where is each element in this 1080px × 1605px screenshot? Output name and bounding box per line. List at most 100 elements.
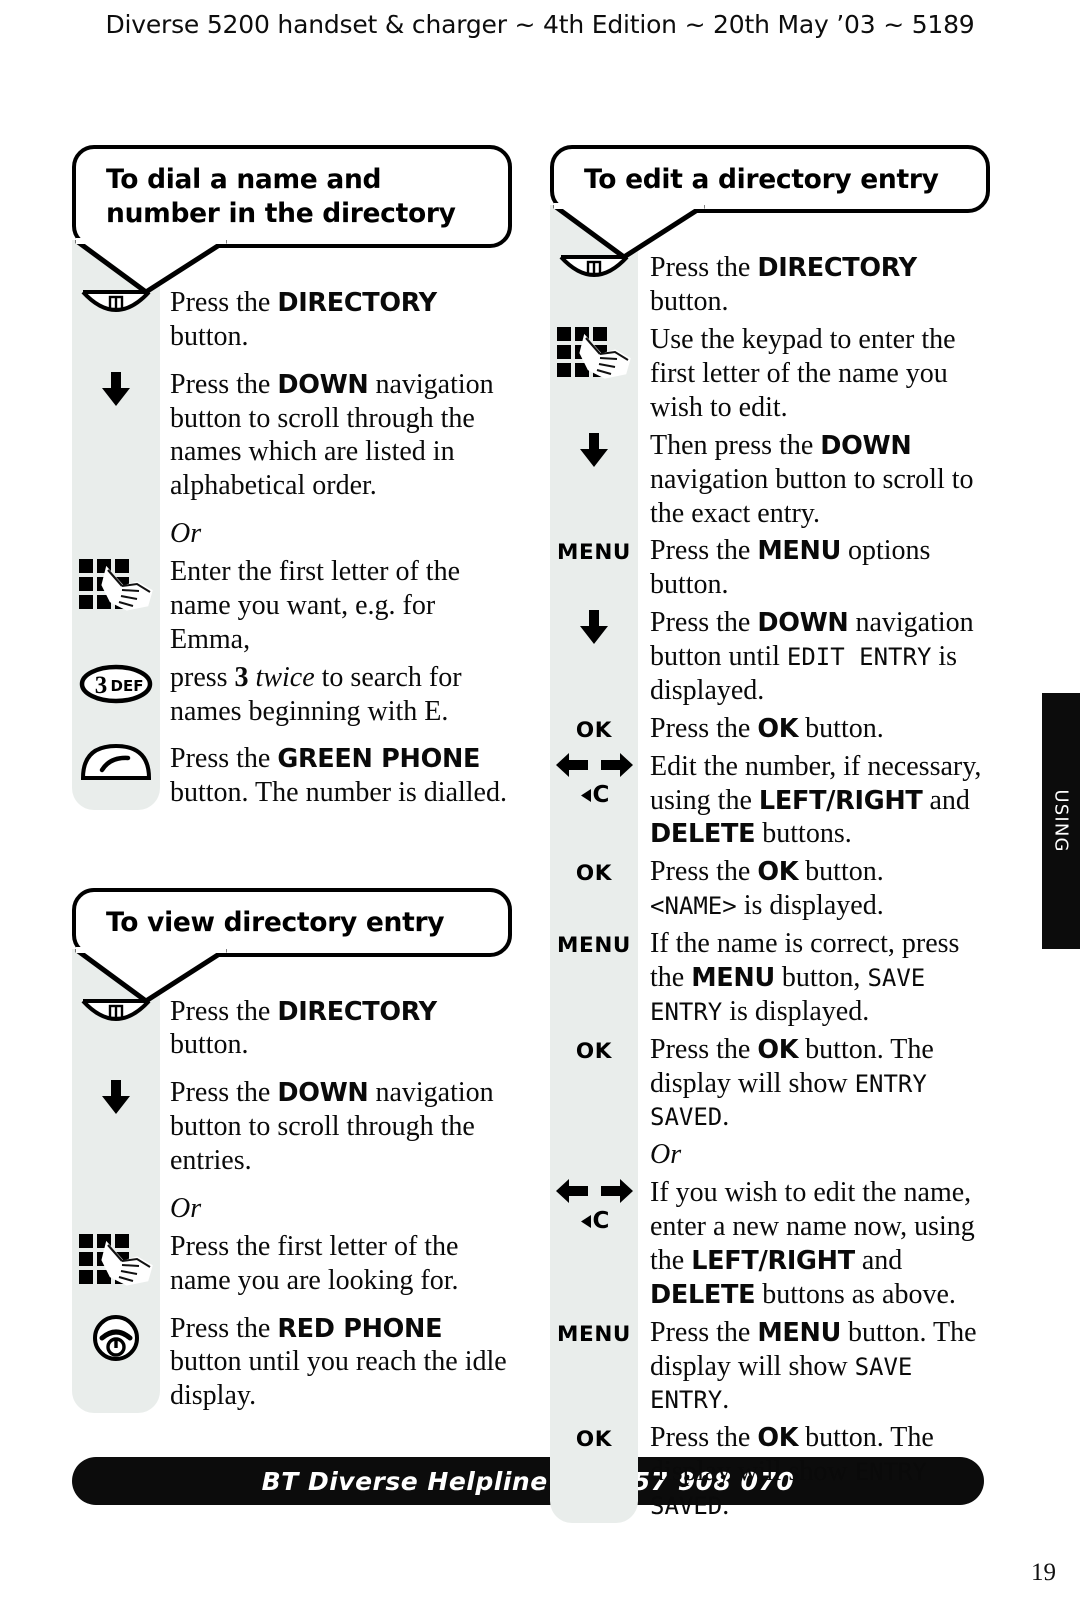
list-item: OK Press the OK button. The display will… [550,1033,990,1135]
lcd-display-text: ENTRY SAVED [650,1458,927,1521]
step-text-or: Or [650,1139,682,1171]
step-list: Press the DIRECTORY button. Use the keyp… [550,251,990,1523]
step-text: Press the first letter of the name you a… [170,1230,459,1296]
list-item: C Edit the number, if necessary, using t… [550,750,990,852]
step-text: Edit the number, if necessary, using the… [650,750,982,850]
left-right-delete-icon[interactable]: C [555,1178,634,1233]
red-phone-icon[interactable] [92,1314,140,1362]
list-item: Or [72,1192,512,1226]
down-arrow-icon[interactable] [100,1078,132,1116]
right-arrow-icon[interactable] [600,752,634,778]
step-text-or: Or [170,518,202,550]
delete-key-letter: C [592,1208,610,1235]
side-tab-label: USING [1050,789,1072,853]
step-text: Press the DIRECTORY button. [650,252,917,318]
keypad-hand-icon[interactable] [77,1232,155,1290]
list-item: OK Press the OK button. The display will… [550,1421,990,1523]
list-item: OK Press the OK button. <NAME> is display… [550,855,990,923]
step-icon-slot [72,1192,160,1202]
list-item: Enter the first letter of the name you w… [72,555,512,657]
step-icon-slot [72,555,160,615]
step-text: Press the MENU options button. [650,535,931,601]
step-icon-slot [550,323,638,383]
ok-key-label[interactable]: OK [576,714,612,742]
down-arrow-icon[interactable] [578,431,610,469]
list-item: Press the DOWN navigation button to scro… [72,1076,512,1178]
step-text: Press the OK button. The display will sh… [650,1033,934,1133]
list-item: Press the DOWN navigation button to scro… [72,368,512,504]
section-dial-name-number: To dial a name and number in the directo… [72,145,512,811]
keypad-hand-icon[interactable] [555,325,633,383]
step-text: Enter the first letter of the name you w… [170,556,460,655]
right-arrow-icon[interactable] [600,1178,634,1204]
step-icon-slot: OK [550,712,638,742]
callout-pointer-icon [553,203,705,261]
menu-key-label[interactable]: MENU [557,929,631,957]
step-text: Then press the DOWN navigation button to… [650,429,974,529]
delete-arrow-icon [580,788,591,802]
step-icon-slot [550,1138,638,1148]
left-arrow-icon[interactable] [555,752,589,778]
svg-text:DEF: DEF [111,677,144,695]
left-right-arrows[interactable] [555,752,634,778]
step-icon-slot [72,1312,160,1362]
step-icon-slot: MENU [550,1316,638,1346]
list-item: Press the RED PHONE button until you rea… [72,1312,512,1414]
list-item: 3 DEF press 3 twice to search for names … [72,661,512,729]
lcd-display-text: EDIT ENTRY [786,643,932,672]
step-icon-slot [72,1230,160,1290]
running-header: Diverse 5200 handset & charger ~ 4th Edi… [105,10,975,39]
section-title: To view directory entry [106,907,445,939]
delete-key-icon[interactable]: C [580,1210,609,1233]
lcd-display-text: <NAME> [650,892,737,921]
down-arrow-icon[interactable] [100,370,132,408]
menu-key-label[interactable]: MENU [557,536,631,564]
section-view-directory-entry: To view directory entry Press the DIRECT… [72,888,512,1414]
list-item: Press the GREEN PHONE button. The number… [72,742,512,810]
step-text: Press the DIRECTORY button. [170,995,437,1061]
step-text: Press the OK button. The display will sh… [650,1422,934,1522]
list-item: C If you wish to edit the name, enter a … [550,1176,990,1312]
section-edit-directory-entry: To edit a directory entry Press the DIRE… [550,145,990,1523]
section-title-bubble: To view directory entry [72,888,512,1004]
delete-key-letter: C [592,781,610,808]
delete-key-icon[interactable]: C [580,781,610,808]
list-item: Press the first letter of the name you a… [72,1230,512,1298]
instruction-strip: Press the DIRECTORY button. Use the keyp… [550,205,990,1523]
step-icon-slot [550,429,638,469]
left-right-arrows[interactable] [555,1178,634,1204]
instruction-strip: Press the DIRECTORY button. Press the DO… [72,239,512,811]
left-column: To dial a name and number in the directo… [72,145,512,1427]
ok-key-label[interactable]: OK [576,857,612,885]
keypad-hand-icon[interactable] [77,557,155,615]
step-icon-slot: OK [550,1033,638,1063]
down-arrow-icon[interactable] [578,608,610,646]
list-item: Or [550,1138,990,1172]
step-list: Press the DIRECTORY button. Press the DO… [72,995,512,1414]
ok-key-label[interactable]: OK [576,1423,612,1451]
callout-pointer-icon [75,237,227,295]
list-item: Press the DOWN navigation button until E… [550,606,990,708]
list-item: MENU If the name is correct, press the M… [550,927,990,1029]
left-right-delete-icon[interactable]: C [555,752,634,807]
delete-arrow-icon [580,1215,591,1229]
svg-text:3: 3 [95,672,108,699]
instruction-strip: Press the DIRECTORY button. Press the DO… [72,948,512,1414]
menu-key-label[interactable]: MENU [557,1318,631,1346]
key-3-def-icon[interactable]: 3 DEF [79,663,153,705]
green-phone-icon[interactable] [80,744,152,782]
section-title-bubble: To edit a directory entry [550,145,990,261]
page-number: 19 [1031,1559,1056,1586]
step-text: Press the OK button. <NAME> is displayed. [650,856,884,922]
step-icon-slot [550,606,638,646]
ok-key-label[interactable]: OK [576,1035,612,1063]
step-icon-slot: C [550,1176,638,1233]
step-icon-slot: OK [550,1421,638,1451]
list-item: Then press the DOWN navigation button to… [550,429,990,531]
step-text: Press the RED PHONE button until you rea… [170,1312,507,1412]
step-icon-slot: OK [550,855,638,885]
left-arrow-icon[interactable] [555,1178,589,1204]
step-icon-slot [72,368,160,408]
list-item: MENU Press the MENU button. The display … [550,1316,990,1418]
step-text: If the name is correct, press the MENU b… [650,928,960,1027]
